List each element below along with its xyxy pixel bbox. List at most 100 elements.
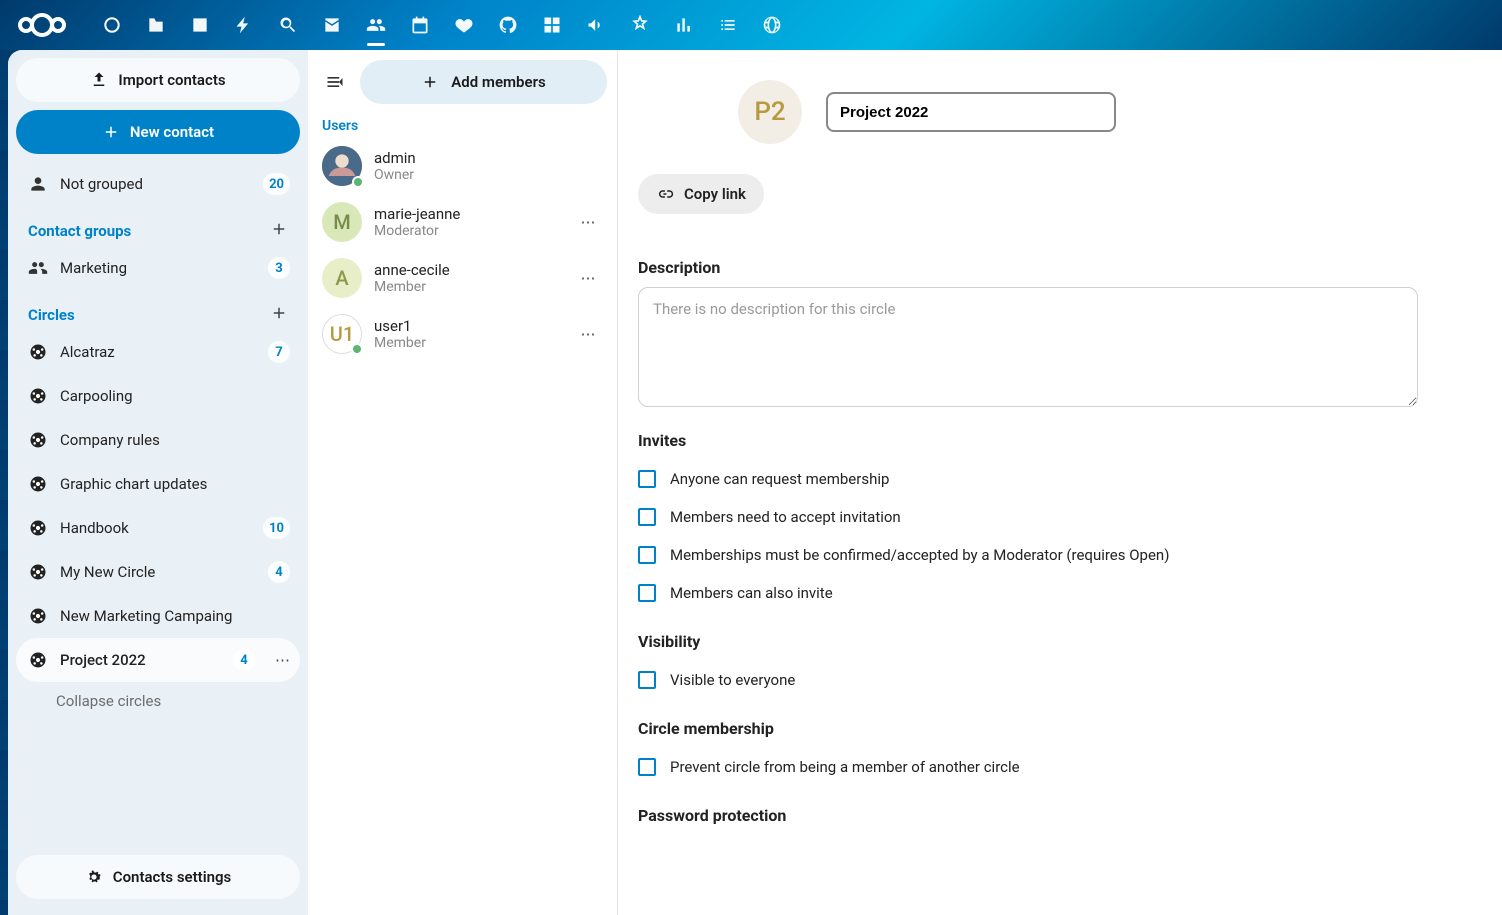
member-row[interactable]: Mmarie-jeanneModerator⋯ <box>308 194 617 250</box>
avatar <box>322 146 362 186</box>
member-name: user1 <box>374 317 561 335</box>
member-actions-button[interactable]: ⋯ <box>573 325 603 343</box>
import-contacts-button[interactable]: Import contacts <box>16 58 300 102</box>
copy-link-label: Copy link <box>684 185 746 203</box>
sidebar-circle-item[interactable]: Graphic chart updates <box>16 462 300 506</box>
member-role: Member <box>374 279 561 296</box>
import-contacts-label: Import contacts <box>118 71 225 89</box>
app-contacts[interactable] <box>354 0 398 50</box>
sidebar-item-not-grouped[interactable]: Not grouped 20 <box>16 162 300 206</box>
app-mail[interactable] <box>310 0 354 50</box>
circle-name-input[interactable] <box>826 92 1116 132</box>
add-group-button[interactable] <box>270 220 288 242</box>
membership-option[interactable]: Prevent circle from being a member of an… <box>638 748 1418 786</box>
description-input[interactable] <box>638 287 1418 407</box>
app-files[interactable] <box>134 0 178 50</box>
member-row[interactable]: U1user1Member⋯ <box>308 306 617 362</box>
analytics-icon <box>674 15 694 35</box>
calendar-icon <box>410 15 430 35</box>
app-analytics[interactable] <box>662 0 706 50</box>
sidebar-item-label: Carpooling <box>60 387 290 405</box>
plus-icon <box>421 73 439 91</box>
visibility-option[interactable]: Visible to everyone <box>638 661 1418 699</box>
member-row[interactable]: Aanne-cecileMember⋯ <box>308 250 617 306</box>
collapse-circles-button[interactable]: Collapse circles <box>16 682 300 720</box>
plus-icon <box>102 123 120 141</box>
add-circle-button[interactable] <box>270 304 288 326</box>
app-recognize[interactable] <box>618 0 662 50</box>
sidebar-circle-item[interactable]: Project 20224⋯ <box>16 638 300 682</box>
sidebar-group-item[interactable]: Marketing3 <box>16 246 300 290</box>
member-info: user1Member <box>374 317 561 352</box>
option-label: Visible to everyone <box>670 671 795 689</box>
app-photos[interactable] <box>178 0 222 50</box>
topbar <box>0 0 1502 50</box>
member-name: anne-cecile <box>374 261 561 279</box>
checkbox-icon <box>638 508 656 526</box>
app-github[interactable] <box>486 0 530 50</box>
circle-icon <box>28 650 48 670</box>
app-container: Import contacts New contact Not grouped … <box>8 50 1502 915</box>
nextcloud-logo[interactable] <box>10 9 74 41</box>
avatar: M <box>322 202 362 242</box>
member-info: anne-cecileMember <box>374 261 561 296</box>
count-badge: 10 <box>263 517 290 539</box>
app-deck[interactable] <box>530 0 574 50</box>
sidebar-circle-item[interactable]: Company rules <box>16 418 300 462</box>
member-info: adminOwner <box>374 149 561 184</box>
app-calendar[interactable] <box>398 0 442 50</box>
sidebar-item-label: Handbook <box>60 519 251 537</box>
checkbox-icon <box>638 584 656 602</box>
option-label: Prevent circle from being a member of an… <box>670 758 1020 776</box>
app-web[interactable] <box>750 0 794 50</box>
visibility-header: Visibility <box>638 632 1418 651</box>
add-members-label: Add members <box>451 73 545 91</box>
group-icon <box>28 258 48 278</box>
count-badge: 7 <box>268 341 290 363</box>
search-icon <box>278 15 298 35</box>
checkbox-icon <box>638 758 656 776</box>
invite-option[interactable]: Anyone can request membership <box>638 460 1418 498</box>
invite-option[interactable]: Memberships must be confirmed/accepted b… <box>638 536 1418 574</box>
count-badge: 4 <box>268 561 290 583</box>
member-row[interactable]: adminOwner <box>308 138 617 194</box>
person-icon <box>28 174 48 194</box>
app-favorites[interactable] <box>442 0 486 50</box>
invite-option[interactable]: Members need to accept invitation <box>638 498 1418 536</box>
sidebar-item-label: Alcatraz <box>60 343 256 361</box>
sidebar-item-label: Company rules <box>60 431 290 449</box>
recognize-icon <box>630 15 650 35</box>
activity-icon <box>234 15 254 35</box>
member-actions-button[interactable]: ⋯ <box>573 213 603 231</box>
online-status-icon <box>351 343 363 355</box>
sidebar-circle-item[interactable]: My New Circle 4 <box>16 550 300 594</box>
app-tasks[interactable] <box>706 0 750 50</box>
deck-icon <box>542 15 562 35</box>
app-dashboard[interactable] <box>90 0 134 50</box>
app-announcements[interactable] <box>574 0 618 50</box>
sidebar-circle-item[interactable]: Alcatraz 7 <box>16 330 300 374</box>
sidebar-circle-item[interactable]: Handbook 10 <box>16 506 300 550</box>
member-role: Owner <box>374 167 561 184</box>
sidebar-item-label: Project 2022 <box>60 651 221 669</box>
add-members-button[interactable]: Add members <box>360 60 607 104</box>
contacts-settings-button[interactable]: Contacts settings <box>16 855 300 899</box>
mail-icon <box>322 15 342 35</box>
count-badge: 3 <box>268 257 290 279</box>
sidebar-circle-item[interactable]: New Marketing Campaing <box>16 594 300 638</box>
copy-link-button[interactable]: Copy link <box>638 174 764 214</box>
files-icon <box>146 15 166 35</box>
collapse-nav-button[interactable] <box>318 65 352 99</box>
member-actions-button[interactable]: ⋯ <box>573 269 603 287</box>
sidebar-item-label: Graphic chart updates <box>60 475 290 493</box>
item-actions-button[interactable]: ⋯ <box>275 651 290 669</box>
app-activity[interactable] <box>222 0 266 50</box>
sidebar-circle-item[interactable]: Carpooling <box>16 374 300 418</box>
app-search[interactable] <box>266 0 310 50</box>
new-contact-button[interactable]: New contact <box>16 110 300 154</box>
option-label: Anyone can request membership <box>670 470 889 488</box>
circle-icon <box>28 518 48 538</box>
dashboard-icon <box>102 15 122 35</box>
invite-option[interactable]: Members can also invite <box>638 574 1418 612</box>
sidebar-item-label: My New Circle <box>60 563 256 581</box>
